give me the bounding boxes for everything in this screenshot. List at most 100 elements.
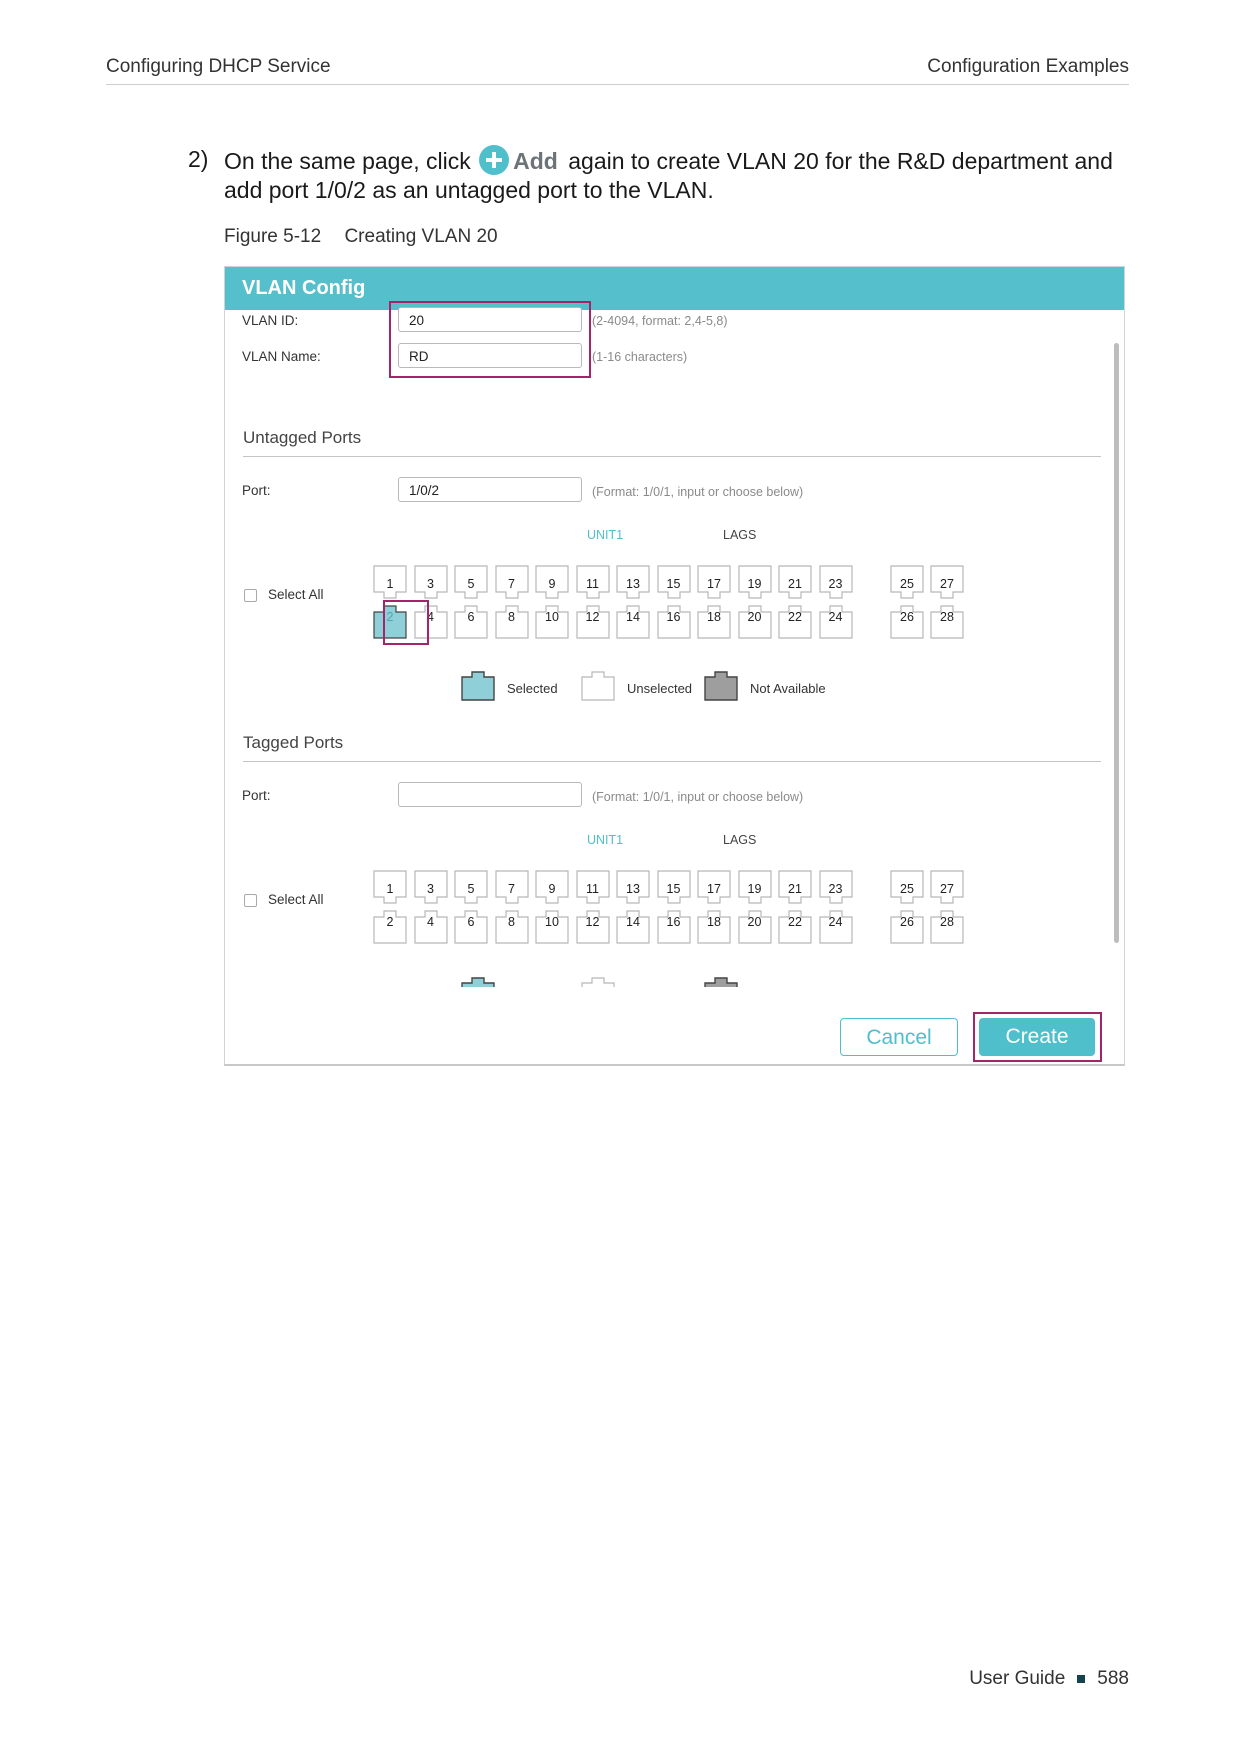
untagged-port-label: Port: — [242, 483, 271, 498]
untagged-port-1[interactable]: 1 — [373, 565, 407, 599]
tagged-port-10[interactable]: 10 — [535, 910, 569, 944]
untagged-port-28[interactable]: 28 — [930, 605, 964, 639]
tagged-port-9[interactable]: 9 — [535, 870, 569, 904]
port-number: 6 — [467, 610, 475, 624]
untagged-port-22[interactable]: 22 — [778, 605, 812, 639]
tagged-port-16[interactable]: 16 — [656, 910, 691, 944]
port-number: 17 — [707, 577, 721, 591]
untagged-port-13[interactable]: 13 — [616, 565, 650, 599]
port-number: 7 — [508, 577, 515, 591]
legend-not-available-label: Not Available — [750, 681, 826, 696]
untagged-select-all-label: Select All — [268, 587, 324, 602]
figure-number: Figure 5-12 — [224, 226, 322, 247]
step-number: 2) — [188, 146, 209, 172]
untagged-port-10[interactable]: 10 — [535, 605, 569, 639]
tagged-port-24[interactable]: 24 — [818, 910, 853, 944]
port-number: 1 — [386, 882, 394, 896]
untagged-port-20[interactable]: 20 — [737, 605, 772, 639]
figure-caption: Figure 5-12 Creating VLAN 20 — [224, 226, 498, 248]
tagged-port-23[interactable]: 23 — [818, 870, 853, 904]
footer-square-icon — [1077, 1675, 1086, 1683]
tagged-port-26[interactable]: 26 — [890, 910, 924, 944]
port-number: 10 — [545, 610, 559, 624]
figure-title: Creating VLAN 20 — [344, 226, 498, 247]
untagged-port-6[interactable]: 6 — [454, 605, 488, 639]
untagged-unit-label: UNIT1 — [587, 528, 624, 542]
dialog-scrollbar[interactable] — [1114, 343, 1119, 943]
untagged-port-15[interactable]: 15 — [656, 565, 691, 599]
tagged-port-12[interactable]: 12 — [575, 910, 610, 944]
tagged-port-17[interactable]: 17 — [697, 870, 731, 904]
tagged-port-11[interactable]: 11 — [575, 870, 610, 904]
untagged-port-3[interactable]: 3 — [413, 565, 448, 599]
clipped-legend-row — [225, 977, 1095, 987]
tagged-port-13[interactable]: 13 — [616, 870, 650, 904]
create-button-highlight — [973, 1012, 1102, 1062]
tagged-port-hint: (Format: 1/0/1, input or choose below) — [592, 790, 804, 804]
port-number: 22 — [788, 915, 802, 929]
untagged-port-16[interactable]: 16 — [656, 605, 691, 639]
tagged-port-27[interactable]: 27 — [930, 870, 964, 904]
port-number: 7 — [508, 882, 515, 896]
untagged-port-26[interactable]: 26 — [890, 605, 924, 639]
tagged-port-6[interactable]: 6 — [454, 910, 488, 944]
step-text: On the same page, click Add again to cre… — [224, 145, 1133, 205]
untagged-port-24[interactable]: 24 — [818, 605, 853, 639]
tagged-port-28[interactable]: 28 — [930, 910, 964, 944]
tagged-port-8[interactable]: 8 — [494, 910, 529, 944]
port-number: 2 — [386, 915, 394, 929]
port-unavailable-icon — [704, 977, 738, 987]
port-number: 1 — [386, 577, 394, 591]
untagged-port-19[interactable]: 19 — [737, 565, 772, 599]
port-number: 25 — [900, 577, 914, 591]
untagged-port-7[interactable]: 7 — [494, 565, 529, 599]
tagged-port-3[interactable]: 3 — [413, 870, 448, 904]
tagged-port-19[interactable]: 19 — [737, 870, 772, 904]
tagged-port-18[interactable]: 18 — [697, 910, 731, 944]
untagged-select-all-checkbox[interactable] — [244, 589, 257, 602]
port-number: 11 — [586, 577, 599, 591]
page-number: 588 — [1097, 1668, 1129, 1689]
untagged-port-11[interactable]: 11 — [575, 565, 610, 599]
port-number: 19 — [747, 577, 762, 591]
untagged-port-17[interactable]: 17 — [697, 565, 731, 599]
untagged-port-5[interactable]: 5 — [454, 565, 488, 599]
untagged-port-27[interactable]: 27 — [930, 565, 964, 599]
header-section-title: Configuring DHCP Service — [106, 56, 331, 77]
untagged-port-23[interactable]: 23 — [818, 565, 853, 599]
port-number: 20 — [747, 610, 762, 624]
untagged-port-9[interactable]: 9 — [535, 565, 569, 599]
tagged-port-7[interactable]: 7 — [494, 870, 529, 904]
untagged-port-14[interactable]: 14 — [616, 605, 650, 639]
tagged-port-2[interactable]: 2 — [373, 910, 407, 944]
header-chapter-title: Configuration Examples — [927, 56, 1129, 77]
untagged-port-12[interactable]: 12 — [575, 605, 610, 639]
tagged-port-22[interactable]: 22 — [778, 910, 812, 944]
port-number: 3 — [427, 882, 434, 896]
port-number: 21 — [788, 577, 802, 591]
port-number: 26 — [900, 610, 914, 624]
untagged-port-25[interactable]: 25 — [890, 565, 924, 599]
port-unavailable-icon — [704, 671, 738, 706]
port-number: 24 — [828, 610, 843, 624]
port-number: 9 — [548, 577, 556, 591]
tagged-port-14[interactable]: 14 — [616, 910, 650, 944]
untagged-port-18[interactable]: 18 — [697, 605, 731, 639]
tagged-port-4[interactable]: 4 — [413, 910, 448, 944]
untagged-port-input[interactable]: 1/0/2 — [398, 477, 582, 502]
tagged-port-15[interactable]: 15 — [656, 870, 691, 904]
untagged-port-8[interactable]: 8 — [494, 605, 529, 639]
tagged-port-input[interactable] — [398, 782, 582, 807]
tagged-port-20[interactable]: 20 — [737, 910, 772, 944]
cancel-button[interactable]: Cancel — [840, 1018, 958, 1056]
untagged-divider — [243, 456, 1101, 457]
port-unselected-icon — [581, 977, 615, 987]
tagged-port-21[interactable]: 21 — [778, 870, 812, 904]
tagged-port-5[interactable]: 5 — [454, 870, 488, 904]
port-number: 8 — [508, 915, 515, 929]
tagged-port-25[interactable]: 25 — [890, 870, 924, 904]
port-number: 26 — [900, 915, 914, 929]
tagged-select-all-checkbox[interactable] — [244, 894, 257, 907]
tagged-port-1[interactable]: 1 — [373, 870, 407, 904]
untagged-port-21[interactable]: 21 — [778, 565, 812, 599]
